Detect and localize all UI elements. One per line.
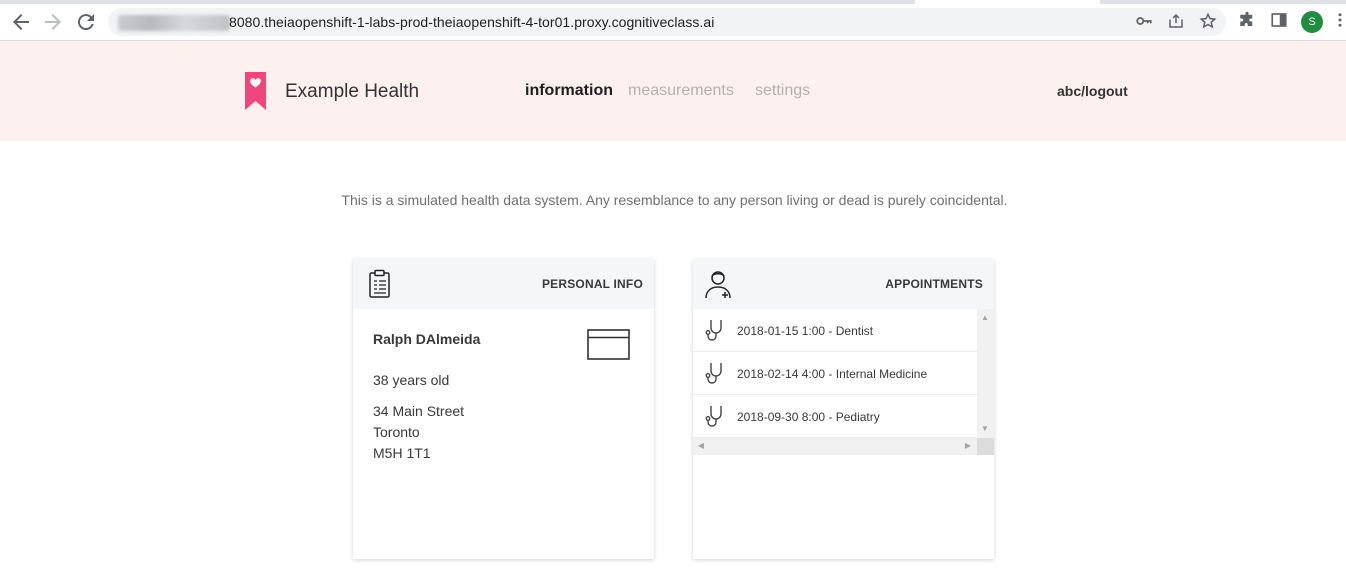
app-header: Example Health information measurements … [0,41,1346,141]
appointment-text: 2018-02-14 4:00 - Internal Medicine [737,367,928,381]
forward-icon[interactable] [41,10,65,34]
horizontal-scrollbar[interactable]: ◀ ▶ [693,438,977,455]
scroll-up-icon[interactable]: ▲ [980,313,990,323]
vertical-scrollbar[interactable]: ▲ ▼ [977,309,994,438]
card-header: APPOINTMENTS [693,259,994,309]
clipboard-icon [366,269,394,299]
id-card-icon [587,329,630,360]
bookmark-heart-logo-icon[interactable] [245,72,266,110]
stethoscope-icon [705,361,725,385]
scroll-right-icon[interactable]: ▶ [963,441,973,451]
reload-icon[interactable] [74,10,98,34]
redacted-url-prefix [118,15,230,31]
menu-kebab-icon[interactable] [1334,11,1346,31]
browser-toolbar: 8080.theiaopenshift-1-labs-prod-theiaope… [0,0,1346,41]
scrollbar-corner [977,438,994,455]
stethoscope-icon [705,318,725,342]
appointment-text: 2018-09-30 8:00 - Pediatry [737,410,880,424]
side-panel-icon[interactable] [1269,11,1289,31]
extensions-icon[interactable] [1237,11,1257,31]
nav-settings[interactable]: settings [755,82,810,100]
list-item[interactable]: 2018-02-14 4:00 - Internal Medicine [693,352,977,395]
personal-info-card: PERSONAL INFO Ralph DAlmeida 38 years ol… [353,259,654,559]
doctor-icon [704,268,734,300]
nav-information[interactable]: information [525,82,613,100]
patient-age: 38 years old [373,372,450,388]
disclaimer-text: This is a simulated health data system. … [341,192,1008,208]
appointment-text: 2018-01-15 1:00 - Dentist [737,324,874,338]
nav-measurements[interactable]: measurements [628,82,734,100]
key-icon[interactable] [1134,12,1154,32]
appointments-card: APPOINTMENTS 2018-01-15 1:00 - Dentist 2… [693,259,994,559]
address-bar[interactable]: 8080.theiaopenshift-1-labs-prod-theiaope… [108,8,1226,36]
address-postal: M5H 1T1 [373,445,431,461]
url-text: 8080.theiaopenshift-1-labs-prod-theiaope… [229,14,715,30]
active-tab[interactable] [915,0,1100,4]
profile-avatar[interactable]: S [1301,11,1323,33]
stethoscope-icon [705,404,725,428]
card-header: PERSONAL INFO [353,259,654,309]
share-icon[interactable] [1166,12,1186,32]
address-street: 34 Main Street [373,403,465,419]
bookmark-star-icon[interactable] [1198,12,1218,32]
list-item[interactable]: 2018-09-30 8:00 - Pediatry [693,395,977,438]
address-city: Toronto [373,424,420,440]
tab-strip [0,0,1346,4]
list-item[interactable]: 2018-01-15 1:00 - Dentist [693,309,977,352]
card-title: APPOINTMENTS [885,277,983,291]
card-title: PERSONAL INFO [541,277,643,291]
back-icon[interactable] [9,10,33,34]
patient-name: Ralph DAlmeida [373,331,481,347]
scroll-left-icon[interactable]: ◀ [696,441,706,451]
brand-name[interactable]: Example Health [285,81,419,103]
scroll-down-icon[interactable]: ▼ [980,424,990,434]
appointments-list[interactable]: 2018-01-15 1:00 - Dentist 2018-02-14 4:0… [693,309,977,438]
logout-link[interactable]: abc/logout [1057,83,1128,99]
